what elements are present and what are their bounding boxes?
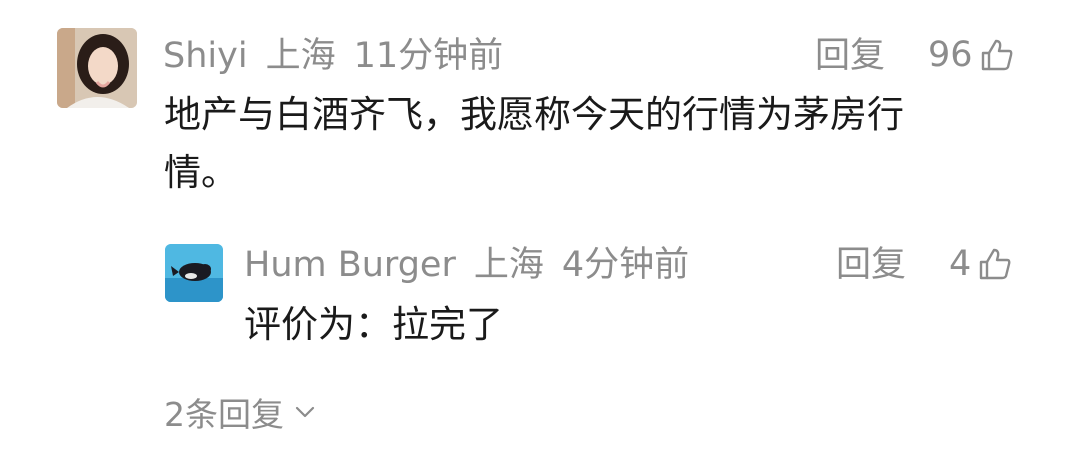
avatar-image xyxy=(57,28,137,108)
reply-author[interactable]: Hum Burger xyxy=(244,245,456,285)
comment-text-line-2: 情。 xyxy=(164,151,238,194)
comment-author[interactable]: Shiyi xyxy=(163,36,248,76)
reply-time: 4分钟前 xyxy=(561,245,690,285)
avatar-image xyxy=(165,244,223,302)
thumbs-up-icon xyxy=(981,39,1012,71)
comment-like-button[interactable]: 96 xyxy=(928,37,1015,73)
comment-location: 上海 xyxy=(265,36,336,76)
reply-meta: Hum Burger 上海 4分钟前 xyxy=(244,248,707,283)
commenter-avatar[interactable] xyxy=(57,28,137,108)
reply-like-button[interactable]: 4 xyxy=(949,246,1013,282)
more-replies-button[interactable]: 2条回复 xyxy=(164,388,318,436)
reply-avatar[interactable] xyxy=(165,244,223,302)
more-replies-label: 2条回复 xyxy=(164,395,284,434)
comment-text: 地产与白酒齐飞，我愿称今天的行情为茅房行 情。 xyxy=(164,86,1024,202)
comment-like-count: 96 xyxy=(928,34,973,75)
comment-time: 11分钟前 xyxy=(353,36,504,76)
thumbs-up-icon xyxy=(980,248,1011,280)
comment-meta: Shiyi 上海 11分钟前 xyxy=(163,39,521,74)
chevron-down-icon xyxy=(295,406,315,418)
comment-reply-button[interactable]: 回复 xyxy=(815,39,885,74)
reply-text: 评价为：拉完了 xyxy=(244,303,503,346)
comment-text-line-1: 地产与白酒齐飞，我愿称今天的行情为茅房行 xyxy=(164,93,904,136)
reply-reply-label: 回复 xyxy=(836,245,907,285)
reply-reply-button[interactable]: 回复 xyxy=(836,248,906,283)
reply-like-count: 4 xyxy=(949,243,972,284)
comment-reply-label: 回复 xyxy=(815,36,886,76)
reply-location: 上海 xyxy=(473,245,544,285)
